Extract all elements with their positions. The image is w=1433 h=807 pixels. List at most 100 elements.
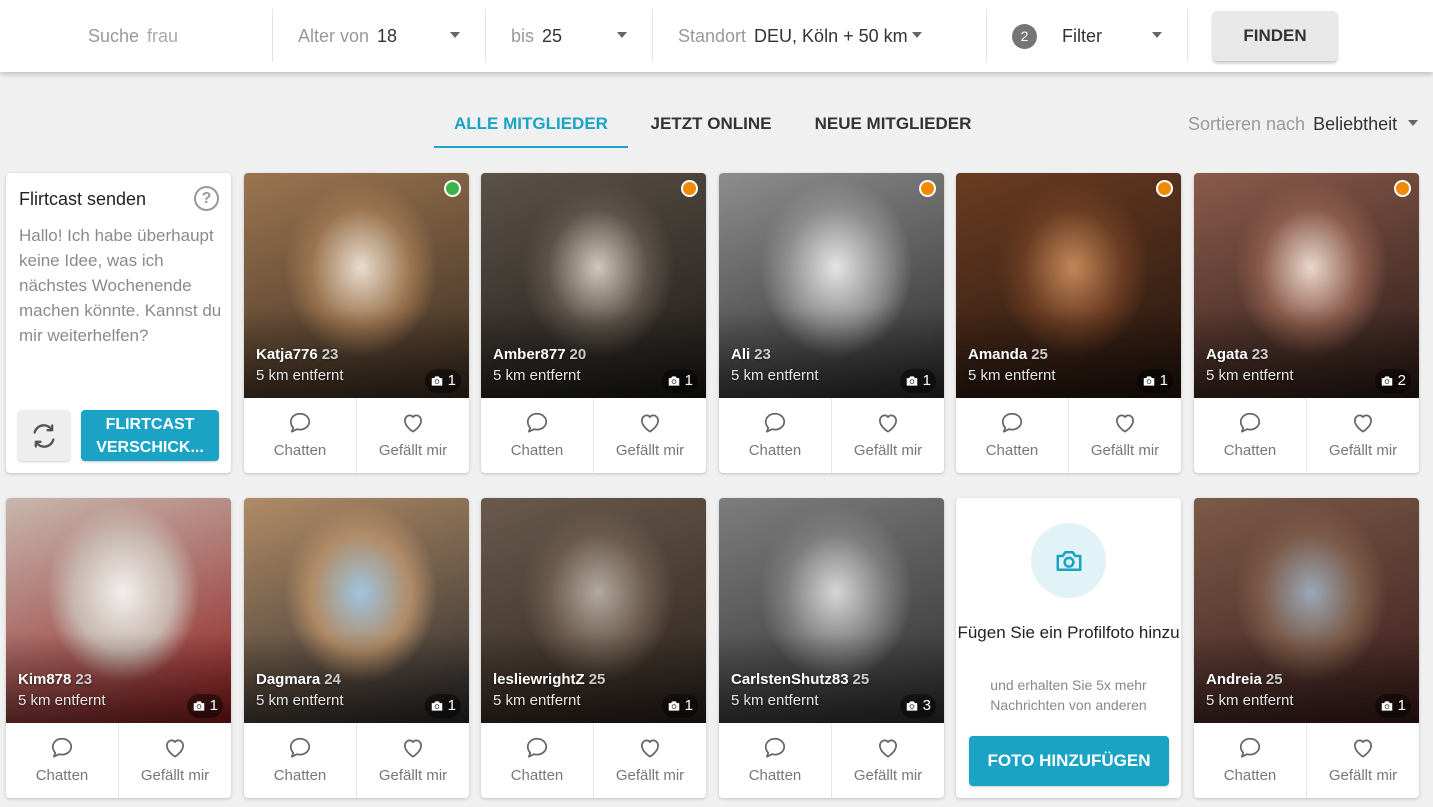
like-button[interactable]: Gefällt mir xyxy=(1306,398,1419,473)
flirtcast-card: Flirtcast senden ? Hallo! Ich habe überh… xyxy=(6,173,231,473)
profile-card[interactable]: Agata 23 5 km entfernt 2 Chatten Gefällt … xyxy=(1194,173,1419,473)
help-icon[interactable]: ? xyxy=(194,186,219,211)
tab-all-members[interactable]: ALLE MITGLIEDER xyxy=(434,112,628,148)
search-field[interactable]: Suche frau xyxy=(88,24,178,48)
chevron-down-icon[interactable] xyxy=(450,32,460,38)
photo-count-badge: 1 xyxy=(1374,694,1411,718)
age-to-select[interactable]: bis 25 xyxy=(511,24,562,48)
like-button[interactable]: Gefällt mir xyxy=(356,398,469,473)
profile-name[interactable]: Kim878 23 xyxy=(18,671,92,688)
filter-select[interactable]: Filter xyxy=(1062,24,1102,48)
like-button[interactable]: Gefällt mir xyxy=(831,723,944,798)
profile-photo[interactable]: CarlstenShutz83 25 5 km entfernt 3 xyxy=(719,498,944,723)
camera-icon xyxy=(431,701,442,711)
chat-button[interactable]: Chatten xyxy=(481,398,593,473)
profile-age: 20 xyxy=(569,346,587,363)
like-button[interactable]: Gefällt mir xyxy=(356,723,469,798)
profile-photo[interactable]: lesliewrightZ 25 5 km entfernt 1 xyxy=(481,498,706,723)
chat-button[interactable]: Chatten xyxy=(481,723,593,798)
profile-card[interactable]: Katja776 23 5 km entfernt 1 Chatten Gefäl… xyxy=(244,173,469,473)
chat-bubble-icon xyxy=(51,737,73,758)
status-online-indicator xyxy=(444,180,461,197)
photo-count-badge: 1 xyxy=(424,694,461,718)
divider xyxy=(1187,9,1188,62)
send-flirtcast-button[interactable]: FLIRTCAST VERSCHICK... xyxy=(81,410,219,461)
profile-age: 25 xyxy=(1265,671,1283,688)
photo-count-badge: 1 xyxy=(424,369,461,393)
profile-name[interactable]: Amanda 25 xyxy=(968,346,1048,363)
chat-label: Chatten xyxy=(35,767,89,784)
chevron-down-icon[interactable] xyxy=(1152,32,1162,38)
chat-button[interactable]: Chatten xyxy=(244,398,356,473)
chat-label: Chatten xyxy=(510,442,564,459)
heart-icon xyxy=(879,739,897,758)
chat-button[interactable]: Chatten xyxy=(6,723,118,798)
profile-card[interactable]: Ali 23 5 km entfernt 1 Chatten Gefällt mi… xyxy=(719,173,944,473)
like-button[interactable]: Gefällt mir xyxy=(593,398,706,473)
chat-label: Chatten xyxy=(748,767,802,784)
chevron-down-icon[interactable] xyxy=(912,32,922,38)
like-button[interactable]: Gefällt mir xyxy=(118,723,231,798)
age-from-select[interactable]: Alter von 18 xyxy=(298,24,397,48)
profile-name[interactable]: Agata 23 xyxy=(1206,346,1268,363)
profile-photo[interactable]: Amanda 25 5 km entfernt 1 xyxy=(956,173,1181,398)
profile-card[interactable]: Dagmara 24 5 km entfernt 1 Chatten Gefäll… xyxy=(244,498,469,798)
chevron-down-icon[interactable] xyxy=(617,32,627,38)
location-select[interactable]: Standort DEU, Köln + 50 km xyxy=(678,24,908,48)
heart-icon xyxy=(404,414,422,433)
profile-distance: 5 km entfernt xyxy=(493,367,581,384)
chat-button[interactable]: Chatten xyxy=(1194,723,1306,798)
refresh-button[interactable] xyxy=(18,410,70,461)
profile-actions: Chatten Gefällt mir xyxy=(481,398,706,473)
like-button[interactable]: Gefällt mir xyxy=(1068,398,1181,473)
profile-name[interactable]: Ali 23 xyxy=(731,346,771,363)
find-button[interactable]: FINDEN xyxy=(1213,11,1337,61)
profile-card[interactable]: Andreia 25 5 km entfernt 1 Chatten Gefäll… xyxy=(1194,498,1419,798)
profile-photo[interactable]: Amber877 20 5 km entfernt 1 xyxy=(481,173,706,398)
profile-name[interactable]: Amber877 20 xyxy=(493,346,586,363)
chat-button[interactable]: Chatten xyxy=(719,723,831,798)
camera-icon xyxy=(193,701,204,711)
like-button[interactable]: Gefällt mir xyxy=(593,723,706,798)
chat-label: Chatten xyxy=(273,442,327,459)
profile-actions: Chatten Gefällt mir xyxy=(719,723,944,798)
profile-photo[interactable]: Kim878 23 5 km entfernt 1 xyxy=(6,498,231,723)
profile-card[interactable]: CarlstenShutz83 25 5 km entfernt 3 Chatte… xyxy=(719,498,944,798)
profile-photo[interactable]: Ali 23 5 km entfernt 1 xyxy=(719,173,944,398)
profile-name[interactable]: lesliewrightZ 25 xyxy=(493,671,605,688)
profile-photo[interactable]: Andreia 25 5 km entfernt 1 xyxy=(1194,498,1419,723)
profile-age: 25 xyxy=(1031,346,1048,363)
age-from-value: 18 xyxy=(377,26,398,46)
profile-name[interactable]: Katja776 23 xyxy=(256,346,338,363)
chat-bubble-icon xyxy=(1239,412,1261,433)
chat-button[interactable]: Chatten xyxy=(956,398,1068,473)
chat-bubble-icon xyxy=(1239,737,1261,758)
tab-new-members[interactable]: NEUE MITGLIEDER xyxy=(802,112,984,148)
status-away-indicator xyxy=(919,180,936,197)
like-button[interactable]: Gefällt mir xyxy=(831,398,944,473)
camera-icon xyxy=(906,701,917,711)
profile-card[interactable]: Amber877 20 5 km entfernt 1 Chatten Gefäl… xyxy=(481,173,706,473)
profile-photo[interactable]: Dagmara 24 5 km entfernt 1 xyxy=(244,498,469,723)
profile-name[interactable]: Andreia 25 xyxy=(1206,671,1283,688)
profile-photo[interactable]: Katja776 23 5 km entfernt 1 xyxy=(244,173,469,398)
search-input-value[interactable]: frau xyxy=(147,26,178,46)
profile-card[interactable]: lesliewrightZ 25 5 km entfernt 1 Chatten … xyxy=(481,498,706,798)
chat-button[interactable]: Chatten xyxy=(719,398,831,473)
chat-bubble-icon xyxy=(289,412,311,433)
tab-online-now[interactable]: JETZT ONLINE xyxy=(636,112,786,148)
sort-select[interactable]: Sortieren nach Beliebtheit xyxy=(1188,112,1397,136)
like-button[interactable]: Gefällt mir xyxy=(1306,723,1419,798)
profile-name[interactable]: Dagmara 24 xyxy=(256,671,341,688)
chat-button[interactable]: Chatten xyxy=(1194,398,1306,473)
profile-actions: Chatten Gefällt mir xyxy=(956,398,1181,473)
camera-icon-circle xyxy=(1031,523,1106,598)
profile-card[interactable]: Kim878 23 5 km entfernt 1 Chatten Gefällt… xyxy=(6,498,231,798)
like-label: Gefällt mir xyxy=(615,767,685,784)
profile-card[interactable]: Amanda 25 5 km entfernt 1 Chatten Gefällt… xyxy=(956,173,1181,473)
chat-button[interactable]: Chatten xyxy=(244,723,356,798)
profile-name[interactable]: CarlstenShutz83 25 xyxy=(731,671,869,688)
chevron-down-icon[interactable] xyxy=(1408,120,1418,126)
add-photo-button[interactable]: FOTO HINZUFÜGEN xyxy=(969,736,1169,786)
profile-photo[interactable]: Agata 23 5 km entfernt 2 xyxy=(1194,173,1419,398)
